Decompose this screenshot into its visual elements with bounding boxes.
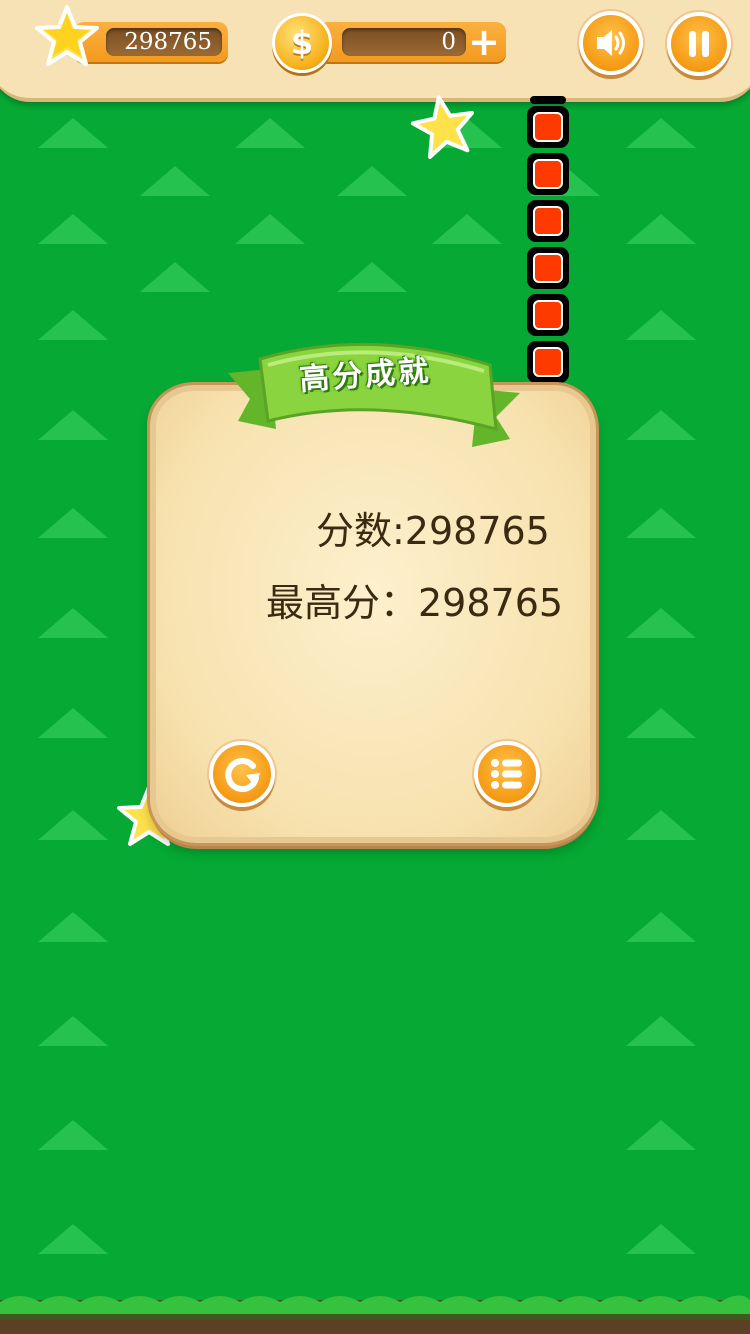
- speaker-icon: [597, 30, 625, 56]
- coin-value: 0: [342, 28, 466, 56]
- pause-button[interactable]: [667, 12, 731, 76]
- star-icon: [35, 5, 99, 66]
- sound-button[interactable]: [579, 11, 643, 75]
- snake-segment: [527, 200, 569, 242]
- menu-button[interactable]: [474, 741, 540, 807]
- snake-segment: [527, 153, 569, 195]
- snake-segment: [530, 96, 566, 104]
- score-value: 298765: [106, 28, 222, 56]
- grass-ground: [0, 1295, 750, 1334]
- best-score-text: 最高分：298765: [266, 581, 564, 625]
- star-pickup-icon: [410, 95, 474, 159]
- snake-segment: [527, 106, 569, 148]
- score-text: 分数:298765: [316, 509, 550, 553]
- restart-button[interactable]: [209, 741, 275, 807]
- restart-icon: [225, 758, 260, 793]
- list-menu-icon: [491, 759, 522, 789]
- add-coins-button[interactable]: +: [466, 23, 502, 61]
- snake-segment: [527, 247, 569, 289]
- pause-icon: [689, 31, 709, 57]
- coin-icon: $: [272, 13, 332, 73]
- coin-counter: 0 +: [318, 22, 506, 62]
- snake-segment: [527, 341, 569, 383]
- snake-segment: [527, 294, 569, 336]
